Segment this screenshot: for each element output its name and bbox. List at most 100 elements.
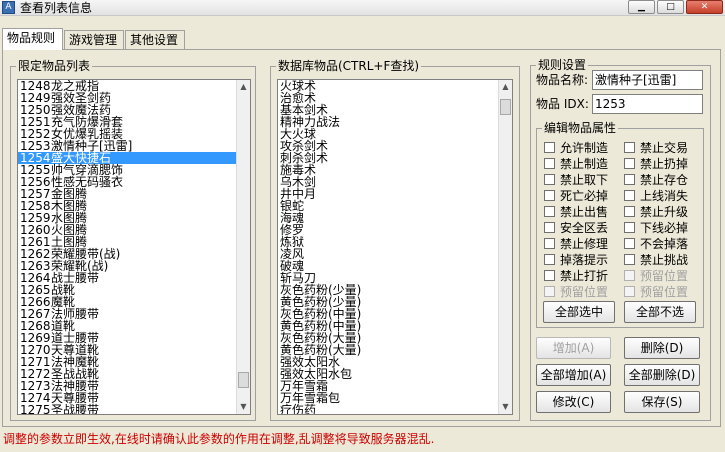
add-all-button[interactable]: 全部增加(A) — [536, 364, 611, 386]
checkbox-label: 上线消失 — [640, 189, 689, 203]
item-id: 1275 — [20, 403, 51, 415]
checkbox-label: 掉落提示 — [560, 253, 609, 267]
checkbox-icon[interactable] — [544, 254, 555, 265]
attribute-checkbox[interactable]: 禁止修理 — [544, 237, 608, 251]
tab-other-settings[interactable]: 其他设置 — [125, 30, 185, 50]
attribute-checkbox[interactable]: 禁止取下 — [544, 173, 608, 187]
checkbox-icon[interactable] — [624, 254, 635, 265]
scroll-thumb[interactable] — [238, 372, 249, 388]
checkbox-label: 预留位置 — [560, 285, 609, 299]
list-item[interactable]: 井中月 — [278, 188, 512, 200]
checkbox-icon[interactable] — [624, 270, 635, 281]
list-item[interactable]: 炼狱 — [278, 236, 512, 248]
attribute-checkbox[interactable]: 禁止存仓 — [624, 173, 688, 187]
select-all-button[interactable]: 全部选中 — [543, 301, 615, 323]
attribute-checkbox[interactable]: 不会掉落 — [624, 237, 688, 251]
checkbox-label: 预留位置 — [640, 269, 689, 283]
list-item[interactable]: 凌风 — [278, 248, 512, 260]
attributes-legend: 编辑物品属性 — [542, 121, 619, 135]
checkbox-label: 禁止升级 — [640, 205, 689, 219]
checkbox-icon[interactable] — [544, 142, 555, 153]
save-button[interactable]: 保存(S) — [624, 391, 700, 413]
checkbox-icon[interactable] — [624, 286, 635, 297]
attribute-checkbox[interactable]: 禁止扔掉 — [624, 157, 688, 171]
checkbox-label: 禁止存仓 — [640, 173, 689, 187]
scroll-thumb[interactable] — [500, 99, 511, 115]
attribute-checkbox[interactable]: 预留位置 — [624, 269, 688, 283]
scroll-up-icon[interactable]: ▲ — [237, 80, 250, 94]
attribute-checkbox[interactable]: 安全区丢 — [544, 221, 608, 235]
attribute-checkbox[interactable]: 禁止出售 — [544, 205, 608, 219]
tab-game-management[interactable]: 游戏管理 — [64, 30, 124, 50]
item-name: 圣战腰带 — [51, 403, 100, 415]
attribute-checkbox[interactable]: 禁止交易 — [624, 141, 688, 155]
attribute-checkbox[interactable]: 允许制造 — [544, 141, 608, 155]
checkbox-icon[interactable] — [544, 286, 555, 297]
minimize-button[interactable]: ▁ — [628, 0, 655, 14]
scroll-down-icon[interactable]: ▼ — [499, 400, 512, 414]
status-message: 调整的参数立即生效,在线时请确认此参数的作用在调整,乱调整将导致服务器混乱. — [3, 432, 435, 446]
attribute-checkbox[interactable]: 禁止挑战 — [624, 253, 688, 267]
restricted-items: 1248龙之戒指 1249强效圣剑药 1250强效魔法药 1251充气防爆滑套 1252… — [18, 80, 250, 415]
restricted-list-legend: 限定物品列表 — [16, 59, 93, 73]
checkbox-label: 禁止取下 — [560, 173, 609, 187]
item-name-field[interactable]: 激情种子[迅雷] — [592, 70, 703, 90]
restricted-items-listbox[interactable]: 1248龙之戒指 1249强效圣剑药 1250强效魔法药 1251充气防爆滑套 1252… — [17, 79, 251, 415]
list-item[interactable]: 修罗 — [278, 224, 512, 236]
checkbox-label: 禁止挑战 — [640, 253, 689, 267]
attribute-checkbox[interactable]: 掉落提示 — [544, 253, 608, 267]
checkbox-icon[interactable] — [544, 270, 555, 281]
scroll-up-icon[interactable]: ▲ — [499, 80, 512, 94]
checkbox-icon[interactable] — [624, 142, 635, 153]
deselect-all-button[interactable]: 全部不选 — [624, 301, 696, 323]
checkbox-label: 禁止修理 — [560, 237, 609, 251]
checkbox-label: 允许制造 — [560, 141, 609, 155]
app-icon: A — [2, 1, 15, 14]
attribute-checkbox[interactable]: 下线必掉 — [624, 221, 688, 235]
checkbox-icon[interactable] — [624, 206, 635, 217]
title-bar: A 查看列表信息 ▁ □ ✕ — [0, 0, 725, 16]
attribute-checkbox[interactable]: 上线消失 — [624, 189, 688, 203]
checkbox-icon[interactable] — [544, 238, 555, 249]
checkbox-icon[interactable] — [544, 222, 555, 233]
checkbox-icon[interactable] — [624, 158, 635, 169]
attribute-checkbox[interactable]: 禁止打折 — [544, 269, 608, 283]
delete-button[interactable]: 删除(D) — [624, 337, 700, 359]
checkbox-icon[interactable] — [544, 158, 555, 169]
item-idx-field[interactable]: 1253 — [592, 94, 703, 114]
list-item[interactable]: 银蛇 — [278, 200, 512, 212]
checkbox-icon[interactable] — [544, 206, 555, 217]
maximize-button[interactable]: □ — [657, 0, 684, 14]
checkbox-label: 下线必掉 — [640, 221, 689, 235]
checkbox-icon[interactable] — [624, 222, 635, 233]
checkbox-label: 禁止出售 — [560, 205, 609, 219]
checkbox-label: 禁止扔掉 — [640, 157, 689, 171]
checkbox-label: 禁止制造 — [560, 157, 609, 171]
list-item[interactable]: 1275圣战腰带 — [18, 403, 250, 415]
database-list-scrollbar[interactable]: ▲ ▼ — [498, 80, 512, 414]
add-button[interactable]: 增加(A) — [536, 337, 611, 359]
list-item[interactable]: 疗伤药 — [278, 404, 512, 414]
attribute-checkbox[interactable]: 预留位置 — [624, 285, 688, 299]
delete-all-button[interactable]: 全部删除(D) — [624, 364, 700, 386]
close-button[interactable]: ✕ — [686, 0, 723, 14]
checkbox-label: 不会掉落 — [640, 237, 689, 251]
checkbox-icon[interactable] — [624, 190, 635, 201]
attribute-checkbox[interactable]: 禁止制造 — [544, 157, 608, 171]
tab-item-rules[interactable]: 物品规则 — [2, 28, 63, 50]
attribute-checkbox[interactable]: 禁止升级 — [624, 205, 688, 219]
attribute-checkbox[interactable]: 死亡必掉 — [544, 189, 608, 203]
list-item[interactable]: 海魂 — [278, 212, 512, 224]
checkbox-icon[interactable] — [544, 174, 555, 185]
item-idx-label: 物品 IDX: — [536, 97, 589, 111]
database-items-listbox[interactable]: 火球术 治愈术 基本剑术 精神力战法 大火球 攻杀剑术 刺杀剑术 施毒术 乌木剑 井中月 银蛇 海魂修… — [277, 79, 513, 415]
attribute-checkbox[interactable]: 预留位置 — [544, 285, 608, 299]
database-list-legend: 数据库物品(CTRL+F查找) — [276, 59, 422, 73]
restricted-list-scrollbar[interactable]: ▲ ▼ — [236, 80, 250, 414]
checkbox-label: 禁止交易 — [640, 141, 689, 155]
checkbox-icon[interactable] — [624, 238, 635, 249]
modify-button[interactable]: 修改(C) — [536, 391, 611, 413]
checkbox-icon[interactable] — [544, 190, 555, 201]
scroll-down-icon[interactable]: ▼ — [237, 400, 250, 414]
checkbox-icon[interactable] — [624, 174, 635, 185]
